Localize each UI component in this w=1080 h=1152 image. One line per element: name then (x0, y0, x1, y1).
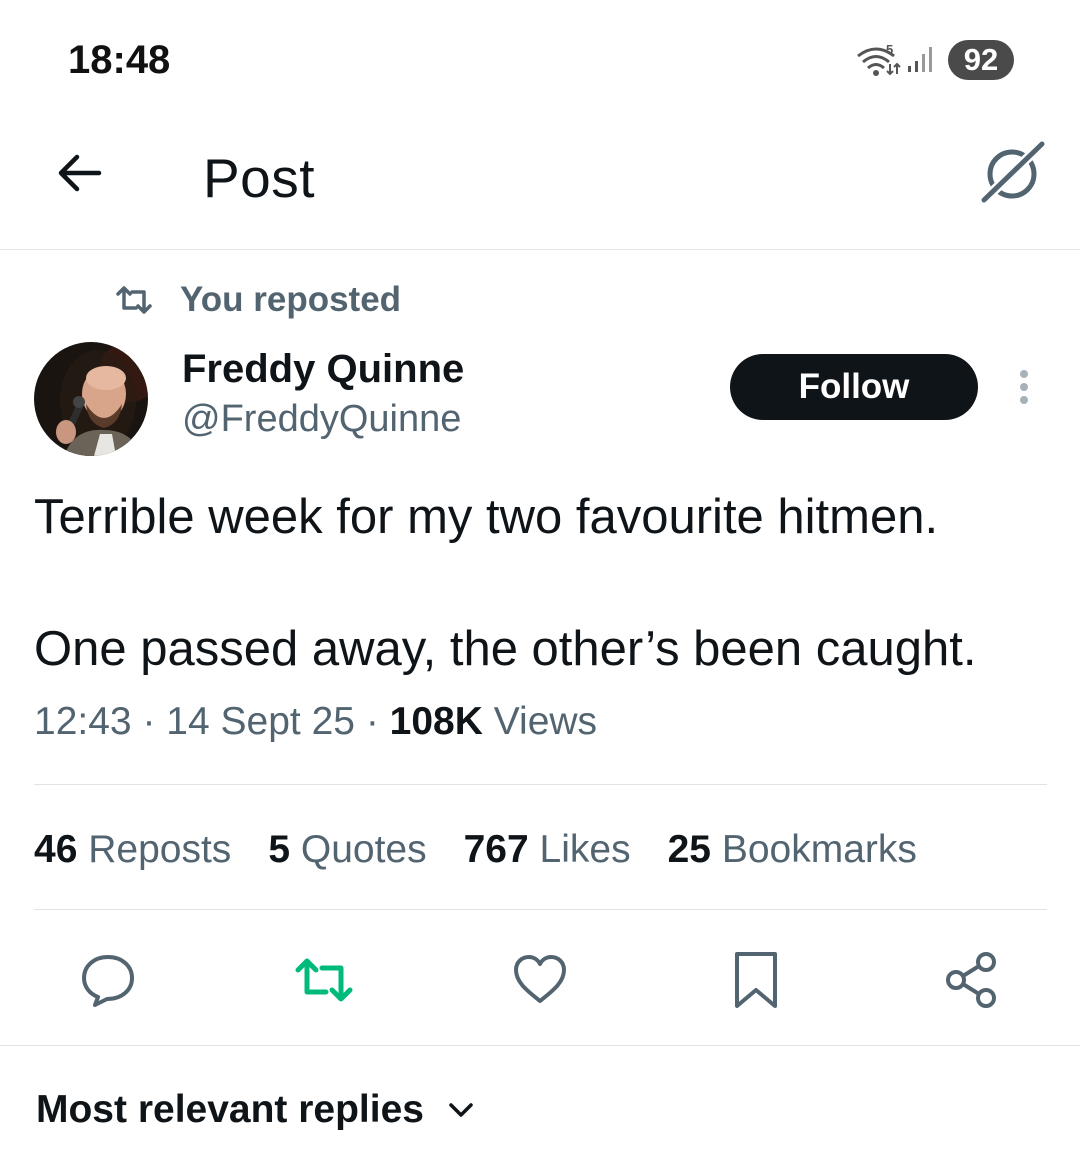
tweet-date[interactable]: 14 Sept 25 (166, 700, 355, 743)
share-button[interactable] (940, 948, 1004, 1012)
page-title: Post (203, 147, 316, 209)
reposts-label: Reposts (88, 828, 232, 871)
chevron-down-icon (449, 1103, 473, 1117)
like-button[interactable] (508, 948, 572, 1012)
bookmark-icon (735, 952, 777, 1008)
tweet-time[interactable]: 12:43 (34, 700, 132, 743)
replies-sort-label: Most relevant replies (36, 1088, 424, 1131)
repost-context: You reposted (114, 276, 401, 324)
grok-icon (978, 140, 1046, 206)
tweet-text-line: Terrible week for my two favourite hitme… (34, 490, 939, 544)
meta-separator: · (142, 700, 156, 743)
status-bar: 18:48 5 92 (0, 0, 1080, 110)
tweet-text-line: One passed away, the other’s been caught… (34, 622, 977, 676)
grok-button[interactable] (972, 134, 1052, 214)
repost-icon (116, 286, 152, 314)
quotes-label: Quotes (300, 828, 427, 871)
follow-button[interactable]: Follow (730, 354, 978, 420)
battery-indicator: 92 (948, 40, 1014, 80)
bookmarks-stat[interactable]: 25 Bookmarks (668, 828, 917, 872)
reply-button[interactable] (76, 948, 140, 1012)
arrow-left-icon (58, 154, 102, 192)
tweet-meta: 12:43 · 14 Sept 25 · 108K Views (34, 700, 597, 744)
avatar-image (34, 342, 148, 456)
replies-sort-dropdown[interactable]: Most relevant replies (36, 1088, 476, 1132)
repost-context-label: You reposted (180, 280, 402, 319)
engagement-stats: 46 Reposts 5 Quotes 767 Likes 25 Bookmar… (34, 826, 954, 874)
post-screen: 18:48 5 92 Post You reposted Freddy Quin… (0, 0, 1080, 1152)
likes-stat[interactable]: 767 Likes (464, 828, 631, 872)
more-vertical-icon (1020, 370, 1028, 404)
meta-separator: · (365, 700, 379, 743)
status-time: 18:48 (68, 38, 171, 82)
avatar[interactable] (34, 342, 148, 456)
likes-label: Likes (539, 828, 631, 871)
views-label: Views (493, 700, 598, 743)
back-button[interactable] (46, 140, 112, 206)
quotes-stat[interactable]: 5 Quotes (268, 828, 426, 872)
tweet-text: Terrible week for my two favourite hitme… (34, 484, 1064, 682)
quotes-count: 5 (268, 828, 291, 871)
reply-icon (82, 955, 134, 1007)
author-handle[interactable]: @FreddyQuinne (182, 398, 461, 441)
likes-count: 767 (463, 828, 529, 871)
signal-icon (908, 47, 932, 72)
divider (34, 784, 1047, 785)
reposts-count: 46 (34, 828, 78, 871)
share-icon (946, 952, 996, 1008)
wifi-icon: 5 (857, 42, 901, 76)
more-options-button[interactable] (1004, 362, 1044, 412)
author-name[interactable]: Freddy Quinne (182, 347, 464, 392)
repost-button[interactable] (292, 948, 356, 1012)
views-count: 108K (389, 700, 483, 743)
wifi-badge: 5 (886, 42, 893, 57)
repost-icon (295, 958, 353, 1002)
bookmarks-count: 25 (667, 828, 711, 871)
reposts-stat[interactable]: 46 Reposts (34, 828, 231, 872)
section-divider (0, 1045, 1080, 1046)
like-icon (514, 955, 566, 1003)
action-bar (0, 940, 1080, 1020)
top-app-bar: Post (0, 110, 1080, 250)
bookmarks-label: Bookmarks (721, 828, 917, 871)
divider (34, 909, 1047, 910)
bookmark-button[interactable] (724, 948, 788, 1012)
